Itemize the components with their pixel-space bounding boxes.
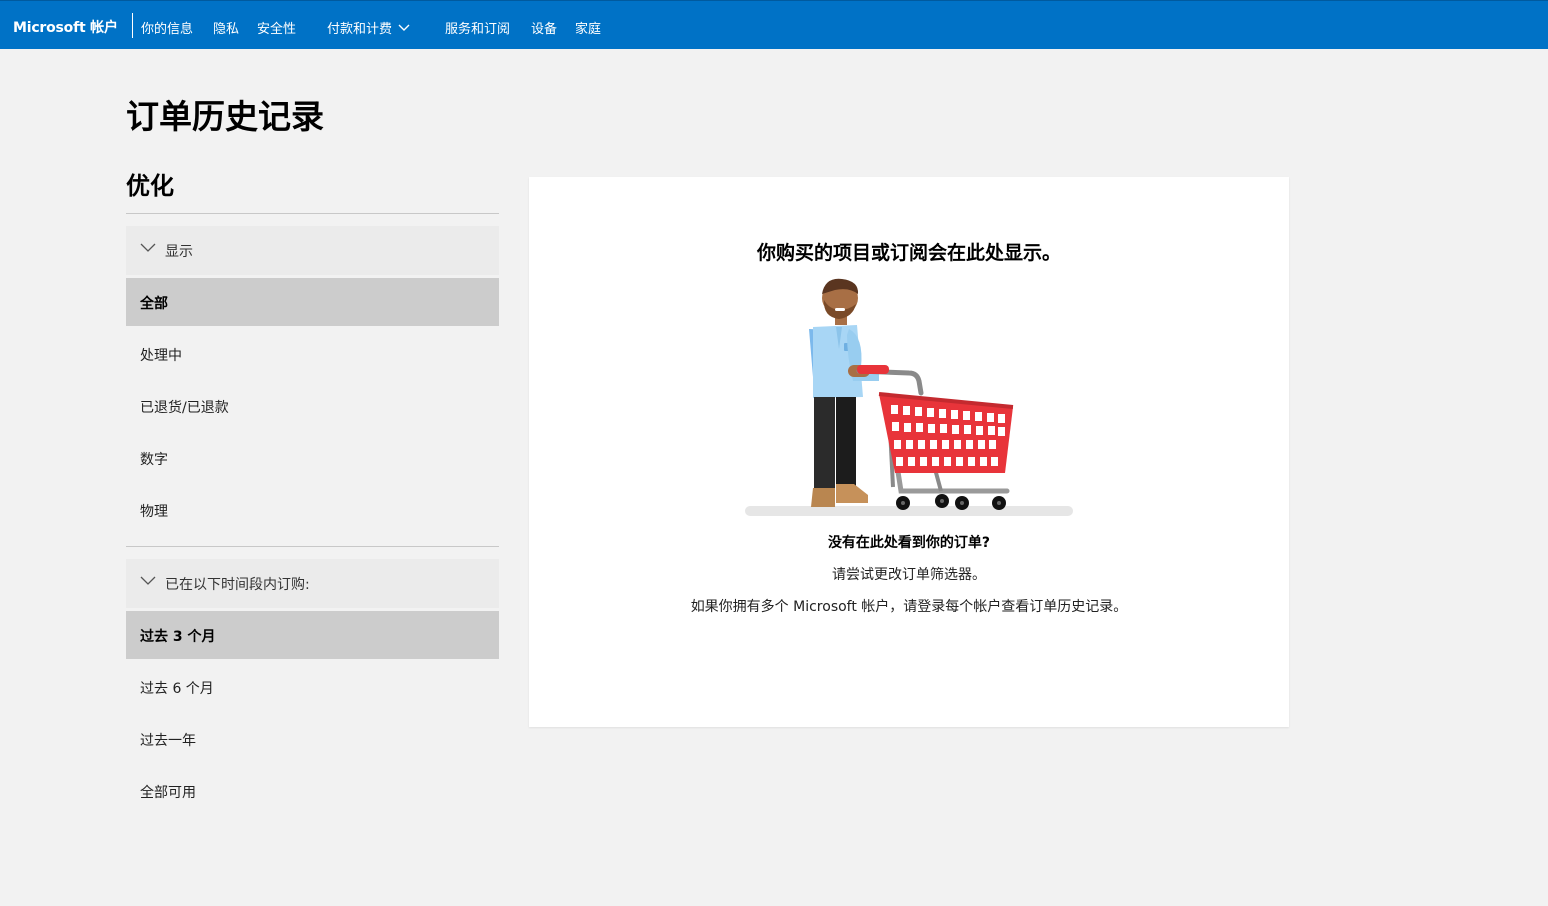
divider (126, 213, 499, 214)
empty-state-multi-account: 如果你拥有多个 Microsoft 帐户，请登录每个帐户查看订单历史记录。 (690, 599, 1128, 615)
period-option-3-months[interactable]: 过去 3 个月 (126, 611, 499, 659)
option-label: 全部 (140, 296, 168, 312)
chevron-down-icon (398, 24, 410, 31)
filter-option-returned-refunded[interactable]: 已退货/已退款 (126, 382, 499, 430)
display-filter-label: 显示 (165, 244, 193, 260)
option-label: 已退货/已退款 (140, 400, 229, 416)
period-option-1-year[interactable]: 过去一年 (126, 715, 499, 763)
option-label: 过去一年 (140, 733, 196, 749)
page-title: 订单历史记录 (126, 97, 324, 136)
top-nav-bar: Microsoft 帐户 你的信息 隐私 安全性 付款和计费 服务和订阅 设备 … (0, 0, 1548, 49)
empty-state-question: 没有在此处看到你的订单? (827, 535, 991, 551)
divider (126, 546, 499, 547)
filter-option-processing[interactable]: 处理中 (126, 330, 499, 378)
filter-option-physical[interactable]: 物理 (126, 486, 499, 534)
nav-security[interactable]: 安全性 (257, 18, 296, 37)
nav-payment-billing[interactable]: 付款和计费 (327, 18, 410, 37)
nav-privacy[interactable]: 隐私 (213, 18, 239, 37)
period-filter-label: 已在以下时间段内订购: (165, 577, 310, 593)
order-results-card: 你购买的项目或订阅会在此处显示。 没有在此处看到你的订单? 请尝试更改订单筛选器… (529, 177, 1289, 727)
filter-option-digital[interactable]: 数字 (126, 434, 499, 482)
period-filter-toggle[interactable]: 已在以下时间段内订购: (126, 559, 499, 608)
nav-payment-billing-label: 付款和计费 (327, 22, 393, 37)
option-label: 全部可用 (140, 785, 196, 801)
refine-title: 优化 (126, 172, 174, 200)
option-label: 数字 (140, 452, 168, 468)
option-label: 处理中 (140, 348, 182, 364)
empty-state-heading: 你购买的项目或订阅会在此处显示。 (756, 242, 1061, 264)
period-option-6-months[interactable]: 过去 6 个月 (126, 663, 499, 711)
period-option-all-available[interactable]: 全部可用 (126, 767, 499, 815)
option-label: 过去 3 个月 (140, 629, 216, 645)
option-label: 物理 (140, 504, 168, 520)
option-label: 过去 6 个月 (140, 681, 214, 697)
chevron-down-icon (140, 576, 156, 585)
nav-your-info[interactable]: 你的信息 (141, 18, 193, 37)
empty-state-hint: 请尝试更改订单筛选器。 (832, 567, 986, 583)
display-filter-toggle[interactable]: 显示 (126, 226, 499, 275)
shopping-cart-illustration (745, 278, 1073, 516)
brand-divider (132, 13, 133, 38)
filter-option-all[interactable]: 全部 (126, 278, 499, 326)
brand-link[interactable]: Microsoft 帐户 (13, 17, 118, 37)
nav-devices[interactable]: 设备 (531, 18, 557, 37)
nav-family[interactable]: 家庭 (575, 18, 601, 37)
nav-services-subscriptions[interactable]: 服务和订阅 (445, 18, 510, 37)
chevron-down-icon (140, 243, 156, 252)
